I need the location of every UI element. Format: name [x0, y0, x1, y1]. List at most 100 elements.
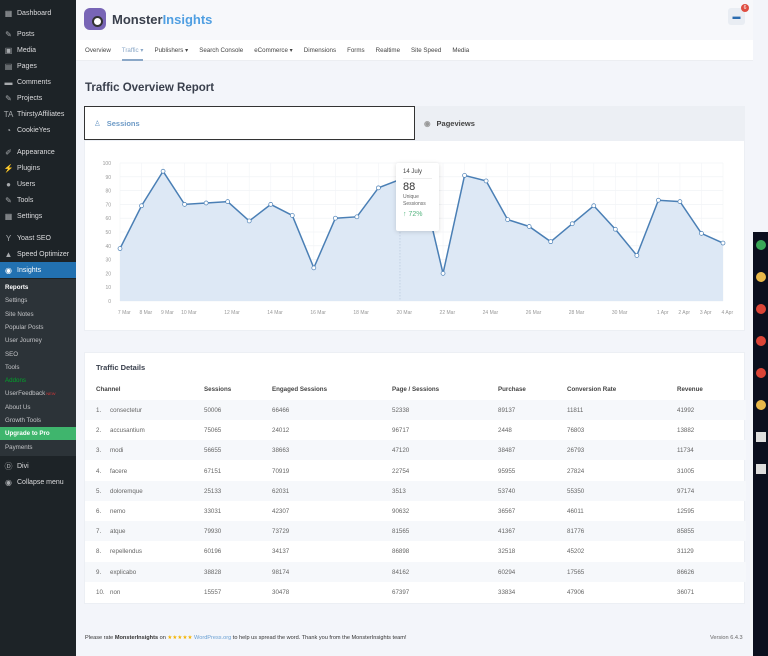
sidebar-item-thirstyaffiliates[interactable]: TA ThirstyAffiliates [0, 106, 76, 122]
data-point[interactable] [634, 253, 640, 258]
nav-publishers[interactable]: Publishers ▾ [154, 40, 188, 61]
nav-dimensions[interactable]: Dimensions [304, 40, 336, 61]
data-point[interactable] [462, 173, 467, 178]
sidebar-item-comments[interactable]: ▬ Comments [0, 74, 76, 90]
data-point[interactable] [225, 199, 231, 204]
nav-ecommerce[interactable]: eCommerce ▾ [254, 40, 293, 61]
data-point[interactable] [677, 199, 683, 204]
x-tick-label: 7 Mar [118, 310, 131, 316]
column-header[interactable]: Page / Sessions [392, 386, 439, 393]
inbox-icon: ▬ [732, 12, 741, 21]
data-point[interactable] [160, 168, 166, 174]
submenu-seo[interactable]: SEO [0, 348, 76, 361]
column-header[interactable]: Conversion Rate [567, 386, 616, 393]
sidebar-item-dashboard[interactable]: ▦ Dashboard [0, 5, 76, 21]
sidebar-item-users[interactable]: ● Users [0, 176, 76, 192]
data-point[interactable] [440, 271, 446, 276]
data-point[interactable] [548, 239, 554, 245]
submenu-growth-tools[interactable]: Growth Tools [0, 414, 76, 427]
submenu-about-us[interactable]: About Us [0, 401, 76, 414]
column-header[interactable]: Purchase [498, 386, 526, 393]
nav-forms[interactable]: Forms [347, 40, 365, 61]
data-point[interactable] [720, 240, 726, 246]
submenu-upgrade-to-pro[interactable]: Upgrade to Pro [0, 427, 76, 441]
cell-value: 13882 [677, 427, 695, 435]
data-point[interactable] [311, 265, 317, 271]
data-point[interactable] [268, 202, 274, 207]
desktop-shortcut-icon[interactable] [756, 368, 766, 378]
tab-sessions[interactable]: ♙ Sessions [84, 106, 415, 140]
data-point[interactable] [483, 178, 489, 184]
sidebar-item-projects[interactable]: ✎ Projects [0, 90, 76, 106]
desktop-shortcut-icon[interactable] [756, 400, 766, 410]
sidebar-item-posts[interactable]: ✎ Posts [0, 26, 76, 42]
column-header[interactable]: Engaged Sessions [272, 386, 327, 393]
data-point[interactable] [591, 203, 597, 209]
insights-submenu: Reports Settings Site Notes Popular Posts Us… [0, 279, 76, 456]
sidebar-item-cookieyes[interactable]: ◔ CookieYes [0, 122, 76, 138]
row-rank: 8. [96, 548, 102, 556]
sidebar-item-settings[interactable]: ▦ Settings [0, 208, 76, 224]
sidebar-item-appearance[interactable]: ✐ Appearance [0, 144, 76, 160]
data-point[interactable] [612, 226, 618, 232]
desktop-shortcut-icon[interactable] [756, 336, 766, 346]
notifications-button[interactable]: ▬ 6 [728, 4, 749, 25]
data-point[interactable] [117, 246, 123, 251]
data-point[interactable] [139, 203, 144, 209]
data-point[interactable] [246, 218, 252, 224]
rating-stars[interactable]: ★★★★★ [167, 635, 192, 641]
pin-icon: ✎ [5, 29, 12, 39]
nav-media[interactable]: Media [452, 40, 469, 61]
nav-sitespeed[interactable]: Site Speed [411, 40, 441, 61]
table-row: 2. accusantium 75065 24012 96717 2448 76803 138… [85, 420, 746, 440]
sidebar-item-media[interactable]: ▣ Media [0, 42, 76, 58]
data-point[interactable] [289, 213, 295, 218]
submenu-settings[interactable]: Settings [0, 294, 76, 307]
sidebar-item-speed-optimizer[interactable]: ▲ Speed Optimizer [0, 246, 76, 262]
data-point[interactable] [569, 221, 575, 227]
submenu-addons[interactable]: Addons [0, 374, 76, 387]
sidebar-item-divi[interactable]: Ⓓ Divi [0, 458, 76, 474]
submenu-userfeedback[interactable]: UserFeedback NEW [0, 387, 76, 400]
sidebar-item-pages[interactable]: ▤ Pages [0, 58, 76, 74]
nav-realtime[interactable]: Realtime [376, 40, 400, 61]
submenu-popular-posts[interactable]: Popular Posts [0, 321, 76, 334]
cell-value: 79930 [204, 528, 222, 536]
sidebar-item-tools[interactable]: ✎ Tools [0, 192, 76, 208]
column-header[interactable]: Revenue [677, 386, 703, 393]
nav-overview[interactable]: Overview [85, 40, 111, 61]
sidebar-item-plugins[interactable]: ⚡ Plugins [0, 160, 76, 176]
data-point[interactable] [354, 214, 360, 220]
desktop-shortcut-icon[interactable] [756, 272, 766, 282]
tab-pageviews[interactable]: ◉ Pageviews [424, 106, 475, 140]
submenu-site-notes[interactable]: Site Notes [0, 308, 76, 321]
data-point[interactable] [203, 200, 209, 206]
data-point[interactable] [376, 185, 381, 191]
nav-traffic[interactable]: Traffic ▾ [121, 40, 143, 61]
column-header[interactable]: Sessions [204, 386, 231, 393]
page-title: Traffic Overview Report [85, 82, 215, 94]
wordpress-link[interactable]: WordPress.org [194, 635, 231, 641]
desktop-shortcut-icon[interactable] [756, 464, 766, 474]
submenu-payments[interactable]: Payments [0, 441, 76, 454]
data-point[interactable] [699, 231, 704, 236]
data-point[interactable] [656, 197, 661, 203]
desktop-shortcut-icon[interactable] [756, 240, 766, 250]
y-tick-label: 10 [105, 285, 111, 291]
cell-value: 90632 [392, 508, 410, 515]
nav-searchconsole[interactable]: Search Console [199, 40, 243, 61]
submenu-reports[interactable]: Reports [0, 281, 76, 294]
desktop-shortcut-icon[interactable] [756, 304, 766, 314]
sidebar-item-insights[interactable]: ◉ Insights [0, 262, 76, 278]
data-point[interactable] [182, 202, 187, 207]
column-header[interactable]: Channel [96, 386, 120, 393]
sidebar-item-yoast-seo[interactable]: Y Yoast SEO [0, 230, 76, 246]
data-point[interactable] [526, 224, 532, 229]
data-point[interactable] [505, 217, 510, 222]
collapse-menu-button[interactable]: ◉ Collapse menu [0, 474, 76, 490]
submenu-label: About Us [5, 403, 31, 411]
desktop-shortcut-icon[interactable] [756, 432, 766, 442]
submenu-user-journey[interactable]: User Journey [0, 334, 76, 347]
data-point[interactable] [333, 215, 338, 221]
submenu-tools[interactable]: Tools [0, 361, 76, 374]
